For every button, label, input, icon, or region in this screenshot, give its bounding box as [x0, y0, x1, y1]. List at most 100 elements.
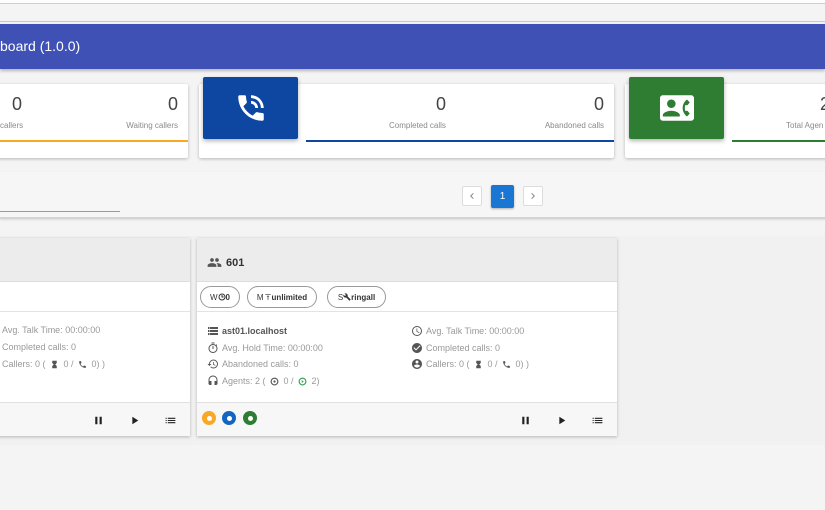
- strategy-chip[interactable]: S ringall: [327, 286, 386, 308]
- wrench-icon: [343, 293, 351, 301]
- group-icon: [207, 258, 222, 267]
- avg-talk-time: Avg. Talk Time: 00:00:00: [2, 325, 101, 335]
- chevron-right-icon: [531, 193, 535, 199]
- queue-card-footer: [0, 402, 190, 436]
- queue-card-header: [0, 238, 190, 282]
- callers-underline: [0, 140, 188, 142]
- divider: [0, 311, 190, 312]
- completed-row: Completed calls: 0: [411, 342, 500, 354]
- abandoned-row: Abandoned calls: 0: [207, 358, 299, 370]
- stopwatch-icon: [207, 342, 219, 354]
- callers-row: Callers: 0 ( 0 / 0) ): [411, 358, 529, 370]
- next-page-button[interactable]: [523, 186, 543, 206]
- agents-underline: [732, 140, 825, 142]
- list-icon: [592, 417, 602, 423]
- callers-prefix: Callers: 0 (: [2, 359, 46, 369]
- phone-in-talk-icon: [203, 77, 298, 139]
- wait-chip[interactable]: W 0: [200, 286, 240, 308]
- agents-row: Agents: 2 ( 0 / 2): [207, 375, 320, 387]
- account-circle-icon: [411, 358, 423, 370]
- pause-button[interactable]: [91, 413, 105, 427]
- status-dot-orange[interactable]: [202, 411, 216, 425]
- callers-talking: 0) ): [91, 359, 106, 369]
- queue-title: 601: [207, 255, 244, 270]
- divider: [197, 311, 617, 312]
- status-dot-green[interactable]: [243, 411, 257, 425]
- avg-hold-time: Avg. Hold Time: 00:00:00: [222, 343, 323, 353]
- server-name: ast01.localhost: [222, 326, 288, 336]
- play-button[interactable]: [554, 413, 568, 427]
- pause-icon: [521, 416, 529, 424]
- hourglass-icon: [473, 358, 485, 370]
- stat-card-callers: 0 callers 0 Waiting callers: [0, 84, 188, 158]
- abandoned-calls: Abandoned calls: 0: [222, 359, 299, 369]
- headset-icon: [207, 375, 219, 387]
- check-circle-icon: [411, 342, 423, 354]
- max-chip-prefix: M: [256, 292, 264, 302]
- avg-talk-row: Avg. Talk Time: 00:00:00: [411, 325, 524, 337]
- phone-icon: [501, 358, 513, 370]
- callers-waiting: 0 /: [63, 359, 74, 369]
- status-dot-blue[interactable]: [222, 411, 236, 425]
- completed-calls: Completed calls: 0: [2, 342, 77, 352]
- wait-chip-value: 0: [225, 292, 230, 302]
- avg-talk-time: Avg. Talk Time: 00:00:00: [426, 326, 525, 336]
- contact-card-icon: [629, 77, 724, 139]
- chevron-left-icon: [470, 193, 474, 199]
- list-button[interactable]: [163, 413, 177, 427]
- callers-prefix: Callers: 0 (: [426, 359, 470, 369]
- callers-label: callers: [0, 121, 24, 130]
- callers-waiting: 0 /: [487, 359, 498, 369]
- phone-icon: [77, 358, 89, 370]
- total-agents-label: Total Agen: [786, 121, 824, 130]
- wait-chip-prefix: W: [209, 292, 218, 302]
- pause-button[interactable]: [518, 413, 532, 427]
- callers-talking: 0) ): [515, 359, 530, 369]
- agents-prefix: Agents: 2 (: [222, 376, 266, 386]
- list-button[interactable]: [590, 413, 604, 427]
- hourglass-icon: [49, 358, 61, 370]
- strategy-chip-value: ringall: [351, 292, 376, 302]
- clock-icon: [411, 325, 423, 337]
- abandoned-calls-value: 0: [593, 94, 604, 114]
- max-chip[interactable]: M unlimited: [247, 286, 317, 308]
- callers-summary: Callers: 0 ( 0 / 0) ): [2, 358, 105, 370]
- completed-calls-label: Completed calls: [389, 121, 446, 130]
- queue-card-footer: [197, 402, 617, 436]
- list-icon: [165, 417, 175, 423]
- agents-free: 2): [311, 376, 320, 386]
- filter-toolbar: [0, 172, 825, 219]
- total-agents-value: 2: [820, 94, 825, 115]
- play-icon: [558, 416, 565, 424]
- search-input[interactable]: [0, 211, 120, 212]
- play-button[interactable]: [127, 413, 141, 427]
- queue-name: 601: [226, 256, 245, 269]
- avg-hold-row: Avg. Hold Time: 00:00:00: [207, 342, 323, 354]
- app-title: board (1.0.0): [0, 38, 81, 54]
- busy-icon: [269, 375, 281, 387]
- free-icon: [297, 375, 309, 387]
- pause-icon: [94, 416, 102, 424]
- timer-icon: [218, 293, 226, 301]
- completed-calls-value: 0: [436, 94, 447, 114]
- callers-value: 0: [12, 94, 23, 114]
- agents-busy: 0 /: [283, 376, 294, 386]
- queue-card-left: Avg. Talk Time: 00:00:00 Completed calls…: [0, 238, 190, 436]
- completed-calls: Completed calls: 0: [426, 343, 501, 353]
- top-bar: [0, 4, 825, 22]
- waiting-callers-value: 0: [167, 94, 178, 114]
- page-button-current[interactable]: 1: [491, 185, 514, 208]
- prev-page-button[interactable]: [462, 186, 482, 206]
- calls-underline: [306, 140, 614, 142]
- server-icon: [207, 325, 219, 337]
- history-icon: [207, 358, 219, 370]
- queue-card-601: 601 W 0 M unlimited S ringall ast01.loca…: [197, 238, 617, 436]
- max-chip-value: unlimited: [271, 292, 308, 302]
- queue-card-header: 601: [197, 238, 617, 282]
- abandoned-calls-label: Abandoned calls: [544, 121, 604, 130]
- server-row: ast01.localhost: [207, 325, 287, 337]
- waiting-callers-label: Waiting callers: [126, 121, 178, 130]
- play-icon: [131, 416, 138, 424]
- vertical-align-top-icon: [264, 294, 271, 300]
- app-bar: board (1.0.0): [0, 24, 825, 69]
